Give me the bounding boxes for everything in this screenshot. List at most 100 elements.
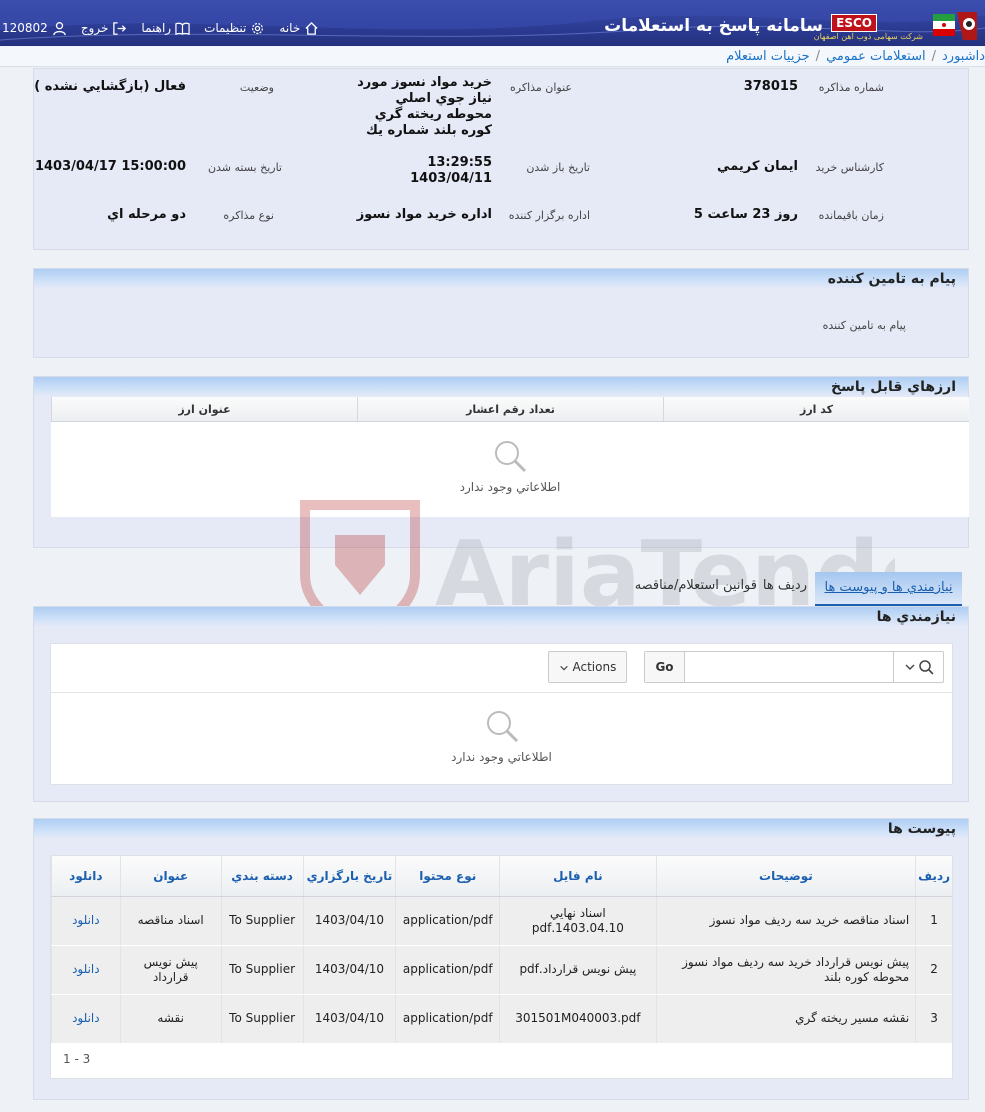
- col-content-type[interactable]: نوع محتوا: [395, 856, 500, 897]
- type-label: نوع مذاکره: [223, 209, 274, 222]
- title-label: عنوان مذاکره: [510, 81, 572, 94]
- col-decimal-digits[interactable]: تعداد رقم اعشار: [357, 397, 663, 421]
- download-link[interactable]: دانلود: [72, 1011, 100, 1025]
- home-link[interactable]: خانه: [279, 21, 319, 36]
- currencies-grid: کد ارز تعداد رقم اعشار عنوان ارز اطلاعات…: [51, 397, 969, 517]
- search-column-selector[interactable]: [893, 652, 943, 682]
- col-category[interactable]: دسته بندي: [220, 856, 303, 897]
- actions-label: Actions: [572, 660, 617, 674]
- row-index: 1: [915, 896, 952, 946]
- help-link[interactable]: راهنما: [141, 21, 190, 36]
- row-title: پيش نويس قرارداد: [119, 945, 222, 995]
- close-value: 1403/04/17 15:00:00: [34, 159, 186, 174]
- number-value: 378015: [743, 79, 798, 94]
- attachments-header-row: رديف توضيحات نام فايل نوع محتوا تاريخ با…: [51, 856, 952, 897]
- col-currency-code[interactable]: کد ارز: [663, 397, 969, 421]
- magnifier-icon: [486, 711, 518, 743]
- row-content-type: application/pdf: [395, 896, 500, 946]
- attachments-grid: رديف توضيحات نام فايل نوع محتوا تاريخ با…: [50, 855, 953, 1079]
- row-upload-date: 1403/04/10: [302, 994, 396, 1044]
- col-currency-title[interactable]: عنوان ارز: [51, 397, 357, 421]
- open-time: 13:29:55: [427, 155, 492, 170]
- chevron-down-icon: [559, 665, 568, 670]
- logout-link[interactable]: خروج: [81, 21, 128, 36]
- go-button[interactable]: Go: [645, 652, 685, 682]
- user-code: 120802: [2, 21, 48, 35]
- breadcrumb-public[interactable]: استعلامات عمومي: [826, 49, 926, 64]
- download-link[interactable]: دانلود: [72, 962, 100, 976]
- supplier-message-title: پيام به تامين کننده: [34, 269, 968, 289]
- col-description[interactable]: توضيحات: [655, 856, 916, 897]
- currencies-empty-state: اطلاعاتي وجود ندارد: [51, 422, 969, 494]
- col-title[interactable]: عنوان: [119, 856, 222, 897]
- row-upload-date: 1403/04/10: [302, 896, 396, 946]
- needs-search-bar: Go: [644, 651, 944, 683]
- supplier-message-panel: پيام به تامين کننده پيام به تامين کننده: [33, 268, 969, 358]
- attachments-title: پيوست ها: [34, 819, 968, 839]
- search-icon: [918, 660, 934, 675]
- tab-rows[interactable]: رديف ها: [763, 578, 807, 593]
- row-upload-date: 1403/04/10: [302, 945, 396, 995]
- expert-label: کارشناس خريد: [815, 161, 884, 174]
- needs-title: نيازمندي ها: [34, 607, 968, 627]
- supplier-message-label: پيام به تامين کننده: [822, 319, 906, 332]
- dept-label: اداره برگزار کننده: [508, 209, 590, 222]
- number-label: شماره مذاکره: [818, 81, 884, 94]
- status-value: فعال (بازگشايي نشده ): [34, 79, 186, 94]
- home-label: خانه: [279, 21, 301, 35]
- row-title: اسناد مناقصه: [119, 896, 222, 946]
- gear-icon: [252, 22, 264, 34]
- col-upload-date[interactable]: تاريخ بارگزاري: [302, 856, 396, 897]
- row-content-type: application/pdf: [395, 994, 500, 1044]
- app-title: سامانه پاسخ به استعلامات: [604, 16, 823, 36]
- inquiry-info-panel: شماره مذاکره 378015 کارشناس خريد ايمان ک…: [33, 68, 969, 250]
- settings-link[interactable]: تنظیمات: [204, 21, 265, 36]
- currencies-empty-text: اطلاعاتي وجود ندارد: [459, 480, 561, 494]
- tab-needs-attachments[interactable]: نيازمندي ها و پيوست ها: [815, 572, 962, 607]
- col-download[interactable]: دانلود: [51, 856, 121, 897]
- breadcrumb: داشبورد/استعلامات عمومي/جزييات استعلام: [0, 47, 985, 67]
- currencies-title: ارزهاي قابل پاسخ: [34, 377, 968, 397]
- attachments-table: رديف توضيحات نام فايل نوع محتوا تاريخ با…: [51, 856, 952, 1044]
- table-row: 2 پيش نويس قرارداد خريد سه رديف مواد نسو…: [51, 945, 952, 995]
- row-index: 3: [915, 994, 952, 1044]
- settings-label: تنظیمات: [204, 21, 247, 35]
- col-index[interactable]: رديف: [915, 856, 952, 897]
- col-filename[interactable]: نام فايل: [499, 856, 657, 897]
- breadcrumb-dashboard[interactable]: داشبورد: [942, 49, 985, 64]
- attachments-panel: پيوست ها رديف توضيحات نام فايل نوع محتوا…: [33, 818, 969, 1100]
- book-icon: [175, 22, 190, 35]
- esco-label: ESCO: [831, 14, 877, 32]
- status-label: وضعيت: [239, 81, 274, 94]
- table-row: 1 اسناد مناقصه خريد سه رديف مواد نسوز اس…: [51, 896, 952, 946]
- esco-subtitle: شرکت سهامی ذوب آهن اصفهان: [813, 32, 923, 41]
- pagination-info: 1 - 3: [63, 1052, 91, 1066]
- help-label: راهنما: [141, 21, 172, 35]
- tab-rules[interactable]: قوانين استعلام/مناقصه: [635, 578, 757, 593]
- download-link[interactable]: دانلود: [72, 913, 100, 927]
- magnifier-icon: [495, 441, 527, 473]
- row-category: To Supplier: [220, 994, 303, 1044]
- row-filename: 301501M040003.pdf: [499, 994, 657, 1044]
- table-row: 3 نقشه مسير ريخته گري 301501M040003.pdf …: [51, 994, 952, 1044]
- chevron-down-icon: [905, 664, 914, 670]
- row-content-type: application/pdf: [395, 945, 500, 995]
- row-category: To Supplier: [220, 945, 303, 995]
- logout-label: خروج: [80, 21, 109, 35]
- row-index: 2: [915, 945, 952, 995]
- row-category: To Supplier: [220, 896, 303, 946]
- top-header: ESCO شرکت سهامی ذوب آهن اصفهان سامانه پا…: [0, 0, 985, 46]
- needs-empty-text: اطلاعاتي وجود ندارد: [451, 750, 552, 764]
- breadcrumb-current: جزييات استعلام: [726, 49, 810, 64]
- dept-value: اداره خريد مواد نسوز: [356, 207, 492, 222]
- actions-button[interactable]: Actions: [548, 651, 627, 683]
- search-input[interactable]: [686, 653, 891, 681]
- remaining-value: 5 روز 23 ساعت: [693, 207, 798, 222]
- close-label: تاريخ بسته شدن: [207, 161, 282, 174]
- currencies-panel: ارزهاي قابل پاسخ کد ارز تعداد رقم اعشار …: [33, 376, 969, 548]
- user-menu[interactable]: 120802: [2, 21, 67, 36]
- remaining-label: زمان باقيمانده: [818, 209, 884, 222]
- row-description: پيش نويس قرارداد خريد سه رديف مواد نسوز …: [655, 945, 916, 995]
- row-title: نقشه: [119, 994, 222, 1044]
- top-nav: 120802 خروج راهنما تنظیمات خانه: [2, 18, 319, 38]
